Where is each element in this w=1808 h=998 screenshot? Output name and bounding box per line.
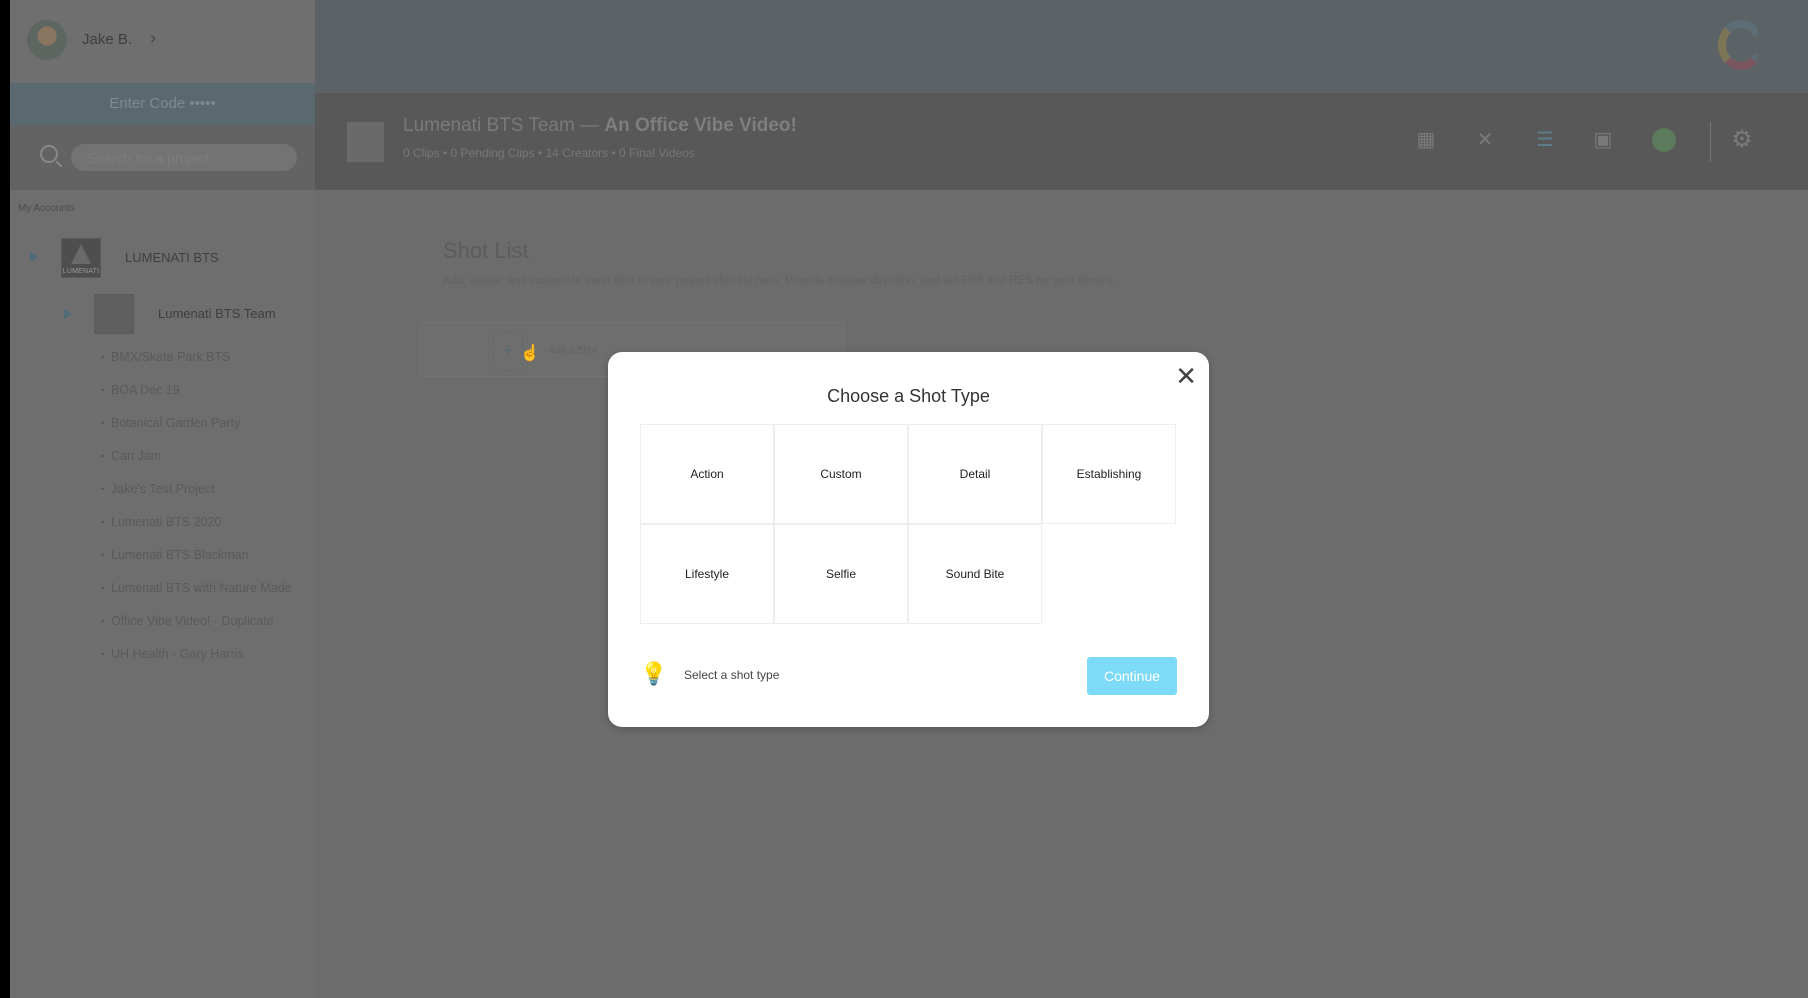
project-list-item[interactable]: BOA Dec 19	[101, 383, 180, 397]
avatar[interactable]	[27, 20, 67, 60]
team-name[interactable]: Lumenati BTS Team	[158, 306, 276, 321]
team-thumbnail	[94, 294, 134, 334]
project-team: Lumenati BTS Team	[403, 115, 575, 136]
hand-cursor-icon: ☝	[520, 345, 540, 362]
project-header	[315, 93, 1808, 190]
shot-type-action[interactable]: Action	[640, 424, 774, 524]
project-list-item[interactable]: Lumenati BTS 2020	[101, 515, 221, 529]
user-name[interactable]: Jake B.	[82, 31, 132, 48]
search-icon[interactable]	[40, 145, 58, 163]
project-list-item[interactable]: Can Jam	[101, 449, 161, 463]
account-name[interactable]: LUMENATI BTS	[125, 250, 219, 265]
director-chair-icon[interactable]: ✕	[1473, 128, 1497, 152]
expand-triangle-icon[interactable]	[30, 252, 38, 262]
project-thumbnail	[347, 122, 384, 162]
project-list-item[interactable]: Lumenati BTS Blackman	[101, 548, 249, 562]
gear-icon[interactable]: ⚙	[1730, 128, 1754, 152]
close-icon[interactable]: ✕	[1175, 363, 1197, 389]
shot-type-modal: ✕ Choose a Shot Type Action Custom Detail E…	[608, 352, 1209, 727]
list-icon[interactable]: ☰	[1533, 128, 1557, 152]
account-logo-text: LUMENATI	[62, 268, 100, 275]
user-menu[interactable]: Jake B. ›	[10, 0, 315, 83]
project-list-item[interactable]: Office Vibe Video! - Duplicate	[101, 614, 274, 628]
chevron-right-icon[interactable]: ›	[150, 28, 156, 49]
project-list-item[interactable]: BMX/Skate Park BTS	[101, 350, 231, 364]
lightbulb-icon: 💡	[640, 661, 668, 686]
project-list-item[interactable]: Botanical Garden Party	[101, 416, 240, 430]
continue-button[interactable]: Continue	[1087, 657, 1177, 695]
project-name: An Office Vibe Video!	[604, 115, 797, 136]
shot-type-detail[interactable]: Detail	[908, 424, 1042, 524]
project-list-item[interactable]: UH Health - Gary Harris	[101, 647, 244, 661]
add-shot-label[interactable]: Add a Shot	[548, 345, 597, 356]
toolbar-divider	[1710, 122, 1711, 162]
grid-icon[interactable]: ▦	[1414, 128, 1438, 152]
search-input[interactable]	[71, 144, 297, 171]
project-title: Lumenati BTS Team — An Office Vibe Video…	[403, 115, 797, 137]
hint-text: Select a shot type	[684, 668, 780, 682]
page-description: Add, delete, and customize each shot in …	[443, 275, 1116, 287]
section-label: My Accounts	[18, 203, 75, 214]
shot-type-selfie[interactable]: Selfie	[774, 524, 908, 624]
plus-icon[interactable]: +	[493, 331, 523, 371]
expand-triangle-icon[interactable]	[64, 309, 72, 319]
project-list-item[interactable]: Jake's Test Project	[101, 482, 215, 496]
title-separator: —	[580, 115, 600, 136]
video-stack-icon[interactable]: ▣	[1591, 128, 1615, 152]
top-header	[315, 0, 1808, 93]
account-logo: LUMENATI	[61, 238, 101, 278]
broadcast-icon[interactable]	[1652, 128, 1676, 152]
shot-type-establishing[interactable]: Establishing	[1042, 424, 1176, 524]
page-title: Shot List	[443, 238, 529, 263]
sidebar: Jake B. › Enter Code ••••• My Accounts L…	[10, 0, 315, 998]
project-list-item[interactable]: Lumenati BTS with Nature Made	[101, 581, 292, 595]
eye-triangle-icon	[71, 244, 91, 264]
shot-type-grid: Action Custom Detail Establishing Lifestyle S…	[640, 424, 1176, 624]
modal-title: Choose a Shot Type	[827, 386, 990, 406]
enter-code-button[interactable]: Enter Code •••••	[10, 83, 315, 125]
shot-type-sound-bite[interactable]: Sound Bite	[908, 524, 1042, 624]
shot-type-custom[interactable]: Custom	[774, 424, 908, 524]
project-stats: 0 Clips • 0 Pending Clips • 14 Creators …	[403, 146, 695, 160]
shot-type-lifestyle[interactable]: Lifestyle	[640, 524, 774, 624]
window-edge	[0, 0, 10, 998]
